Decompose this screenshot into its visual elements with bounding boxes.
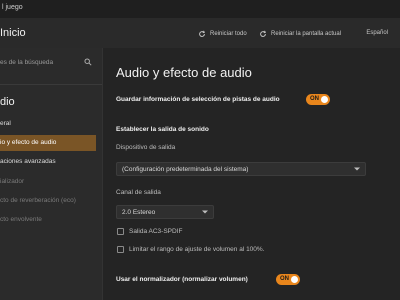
- output-channel-select[interactable]: 2.0 Estereo: [116, 205, 214, 219]
- reset-icon: [199, 30, 205, 37]
- normalizer-label: Usar el normalizador (normalizar volumen…: [116, 276, 248, 283]
- output-device-select[interactable]: (Configuración predeterminada del sistem…: [116, 162, 366, 176]
- page-title: Audio y efecto de audio: [116, 65, 252, 80]
- output-channel-value: 2.0 Estereo: [122, 209, 156, 216]
- save-track-toggle[interactable]: ON: [306, 94, 330, 105]
- toggle-knob: [291, 276, 298, 283]
- save-track-setting-label: Guardar información de selección de pist…: [116, 96, 280, 103]
- toggle-state-label: ON: [280, 276, 289, 282]
- toggle-state-label: ON: [310, 96, 319, 102]
- sidebar-item-equalizer[interactable]: ializador: [0, 174, 96, 190]
- normalizer-toggle[interactable]: ON: [276, 274, 300, 285]
- header-bar: Inicio Reiniciar todo Reiniciar la panta…: [0, 18, 400, 48]
- ac3-checkbox[interactable]: [117, 228, 124, 235]
- chevron-down-icon: [202, 210, 208, 214]
- reset-screen-button[interactable]: Reiniciar la pantalla actual: [259, 30, 341, 38]
- toggle-knob: [321, 96, 328, 103]
- window-titlebar: l juego: [0, 0, 400, 18]
- reset-all-label: Reiniciar todo: [210, 31, 247, 37]
- search-input[interactable]: es de la búsqueda: [0, 56, 100, 70]
- sidebar-item-general[interactable]: eral: [0, 116, 96, 132]
- sidebar: es de la búsqueda dio eral io y efecto d…: [0, 48, 103, 300]
- output-channel-label: Canal de salida: [116, 189, 161, 196]
- ac3-label: Salida AC3-SPDIF: [129, 228, 183, 235]
- window-title: l juego: [2, 4, 23, 11]
- sidebar-section-title: dio: [0, 96, 15, 108]
- main-content: Audio y efecto de audio Guardar informac…: [102, 48, 400, 300]
- output-device-label: Dispositivo de salida: [116, 144, 176, 151]
- search-icon[interactable]: [84, 58, 92, 66]
- limit-volume-label: Limitar el rango de ajuste de volumen al…: [129, 246, 265, 253]
- output-section-title: Establecer la salida de sonido: [116, 126, 209, 133]
- search-placeholder: es de la búsqueda: [0, 59, 54, 66]
- sidebar-item-advanced[interactable]: aciones avanzadas: [0, 154, 96, 170]
- sidebar-item-audio-effect[interactable]: io y efecto de audio: [0, 135, 96, 151]
- reset-screen-label: Reiniciar la pantalla actual: [271, 31, 342, 37]
- chevron-down-icon: [354, 167, 360, 171]
- sidebar-item-reverb[interactable]: cto de reverberación (eco): [0, 193, 96, 209]
- output-device-value: (Configuración predeterminada del sistem…: [122, 166, 249, 173]
- reset-all-button[interactable]: Reiniciar todo: [198, 30, 247, 38]
- sidebar-item-surround[interactable]: cto envolvente: [0, 212, 96, 228]
- reset-icon: [260, 30, 266, 37]
- limit-volume-checkbox[interactable]: [117, 246, 124, 253]
- language-selector[interactable]: Español: [366, 30, 388, 36]
- home-link[interactable]: Inicio: [0, 27, 26, 39]
- sidebar-divider: [0, 84, 102, 85]
